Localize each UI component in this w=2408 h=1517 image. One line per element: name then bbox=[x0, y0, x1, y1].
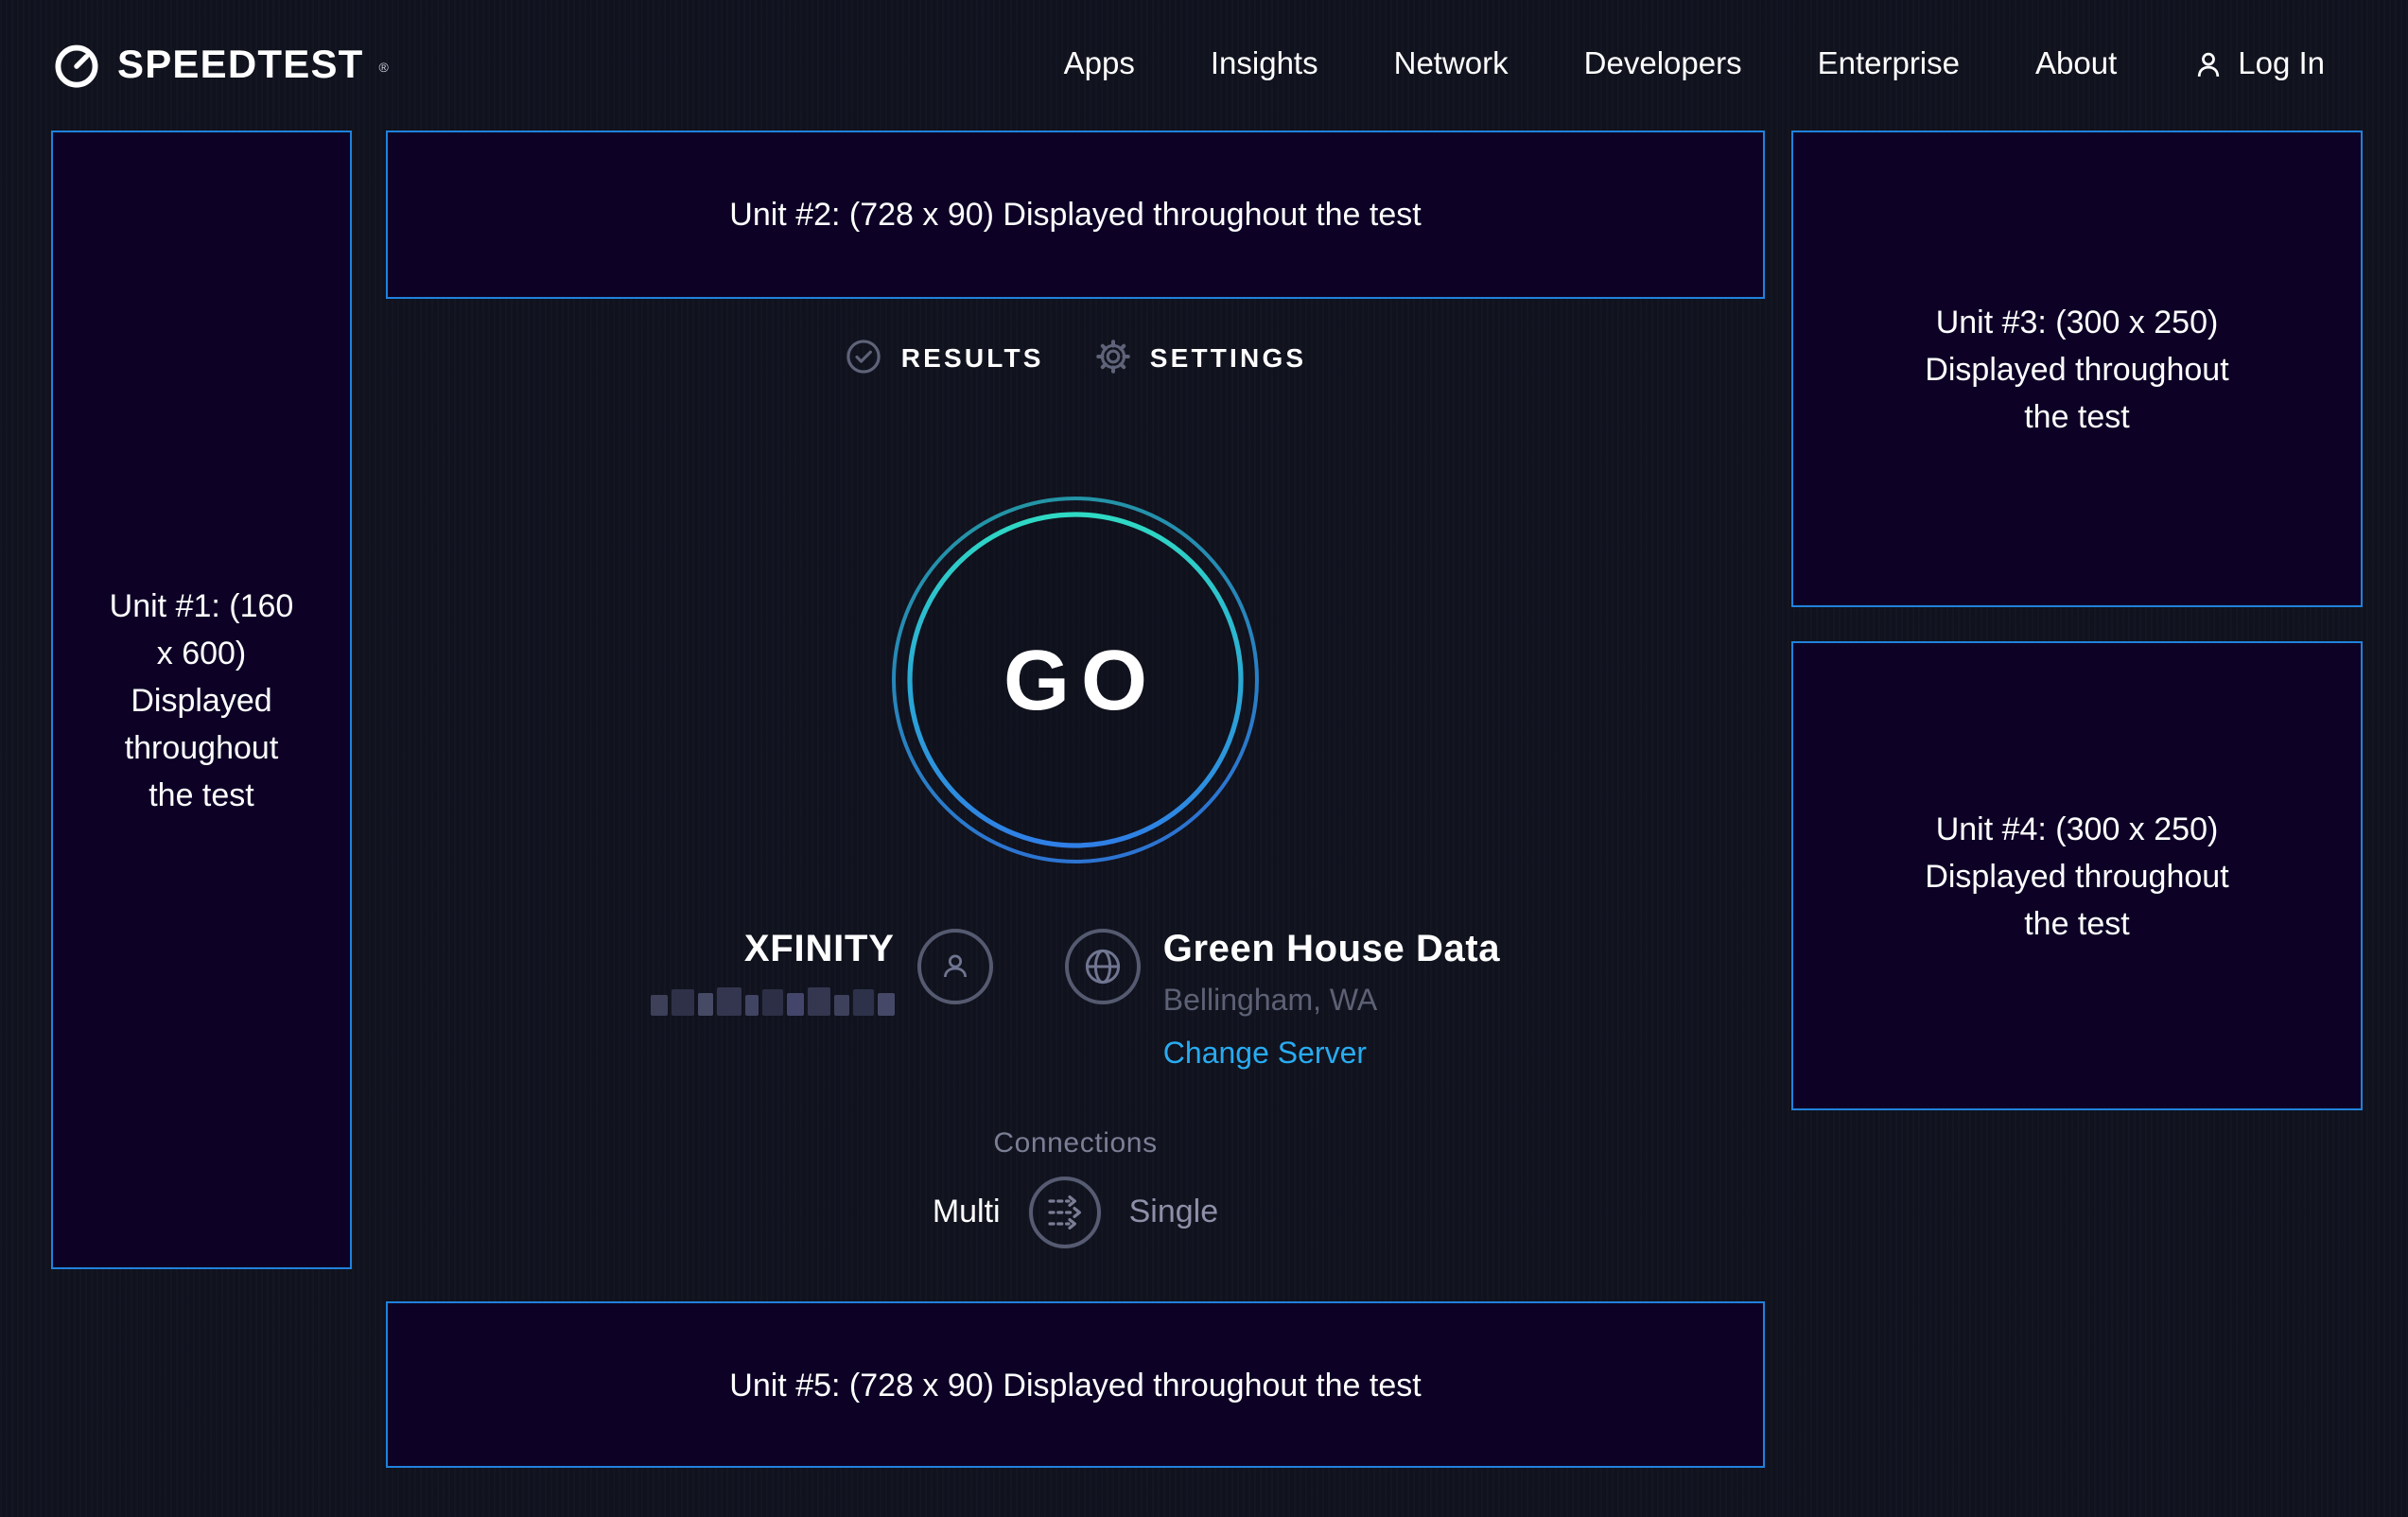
main-nav: Apps Insights Network Developers Enterpr… bbox=[1064, 47, 2325, 83]
speedtest-page: SPEEDTEST ® Apps Insights Network Develo… bbox=[0, 0, 2408, 1517]
connections-multi-option[interactable]: Multi bbox=[933, 1194, 1001, 1231]
tab-results-label: RESULTS bbox=[901, 341, 1044, 372]
tab-settings-label: SETTINGS bbox=[1150, 341, 1307, 372]
nav-item-developers[interactable]: Developers bbox=[1584, 47, 1742, 83]
speedtest-logo[interactable]: SPEEDTEST ® bbox=[51, 40, 389, 91]
ad-unit-2-label: Unit #2: (728 x 90) Displayed throughout… bbox=[729, 191, 1421, 238]
connections-toggle-icon[interactable] bbox=[1029, 1177, 1101, 1248]
connections-section: Connections Multi Single bbox=[386, 1127, 1765, 1248]
connection-info-row: XFINITY bbox=[386, 929, 1765, 1072]
ad-unit-2-leaderboard[interactable]: Unit #2: (728 x 90) Displayed throughout… bbox=[386, 131, 1765, 299]
connections-single-option[interactable]: Single bbox=[1129, 1194, 1219, 1231]
ad-unit-1-label: Unit #1: (160 x 600) Displayed throughou… bbox=[106, 582, 297, 818]
server-name: Green House Data bbox=[1163, 929, 1500, 970]
check-circle-icon bbox=[845, 337, 884, 376]
ad-unit-1-skyscraper[interactable]: Unit #1: (160 x 600) Displayed throughou… bbox=[51, 131, 352, 1269]
tab-results[interactable]: RESULTS bbox=[845, 337, 1044, 376]
speedometer-logo-icon bbox=[51, 40, 102, 91]
ad-unit-3-rectangle[interactable]: Unit #3: (300 x 250) Displayed throughou… bbox=[1791, 131, 2363, 607]
isp-ip-redacted bbox=[651, 987, 895, 1016]
ad-unit-5-label: Unit #5: (728 x 90) Displayed throughout… bbox=[729, 1361, 1421, 1408]
change-server-link[interactable]: Change Server bbox=[1163, 1037, 1500, 1072]
provider-group: XFINITY bbox=[651, 929, 993, 1016]
go-button-label: GO bbox=[891, 496, 1260, 864]
server-location: Bellingham, WA bbox=[1163, 984, 1500, 1020]
login-label: Log In bbox=[2238, 47, 2325, 83]
nav-item-about[interactable]: About bbox=[2035, 47, 2117, 83]
ad-unit-5-leaderboard[interactable]: Unit #5: (728 x 90) Displayed throughout… bbox=[386, 1301, 1765, 1468]
connections-label: Connections bbox=[993, 1127, 1157, 1160]
nav-item-enterprise[interactable]: Enterprise bbox=[1818, 47, 1960, 83]
tab-settings[interactable]: SETTINGS bbox=[1093, 337, 1307, 376]
nav-item-apps[interactable]: Apps bbox=[1064, 47, 1135, 83]
server-group: Green House Data Bellingham, WA Change S… bbox=[1065, 929, 1500, 1072]
ad-unit-4-label: Unit #4: (300 x 250) Displayed throughou… bbox=[1903, 805, 2251, 947]
top-nav-bar: SPEEDTEST ® Apps Insights Network Develo… bbox=[0, 0, 2408, 131]
globe-icon bbox=[1065, 929, 1141, 1004]
login-link[interactable]: Log In bbox=[2192, 47, 2325, 83]
logo-wordmark: SPEEDTEST bbox=[117, 43, 364, 88]
user-icon bbox=[2192, 49, 2225, 81]
nav-item-insights[interactable]: Insights bbox=[1211, 47, 1318, 83]
trademark-symbol: ® bbox=[379, 62, 389, 76]
results-settings-tabs: RESULTS bbox=[386, 337, 1765, 376]
ad-unit-4-rectangle[interactable]: Unit #4: (300 x 250) Displayed throughou… bbox=[1791, 641, 2363, 1110]
ad-unit-3-label: Unit #3: (300 x 250) Displayed throughou… bbox=[1903, 298, 2251, 440]
isp-user-icon bbox=[917, 929, 993, 1004]
gear-icon bbox=[1093, 337, 1133, 376]
isp-name: XFINITY bbox=[744, 929, 895, 970]
nav-item-network[interactable]: Network bbox=[1394, 47, 1509, 83]
go-button[interactable]: GO bbox=[891, 496, 1260, 864]
